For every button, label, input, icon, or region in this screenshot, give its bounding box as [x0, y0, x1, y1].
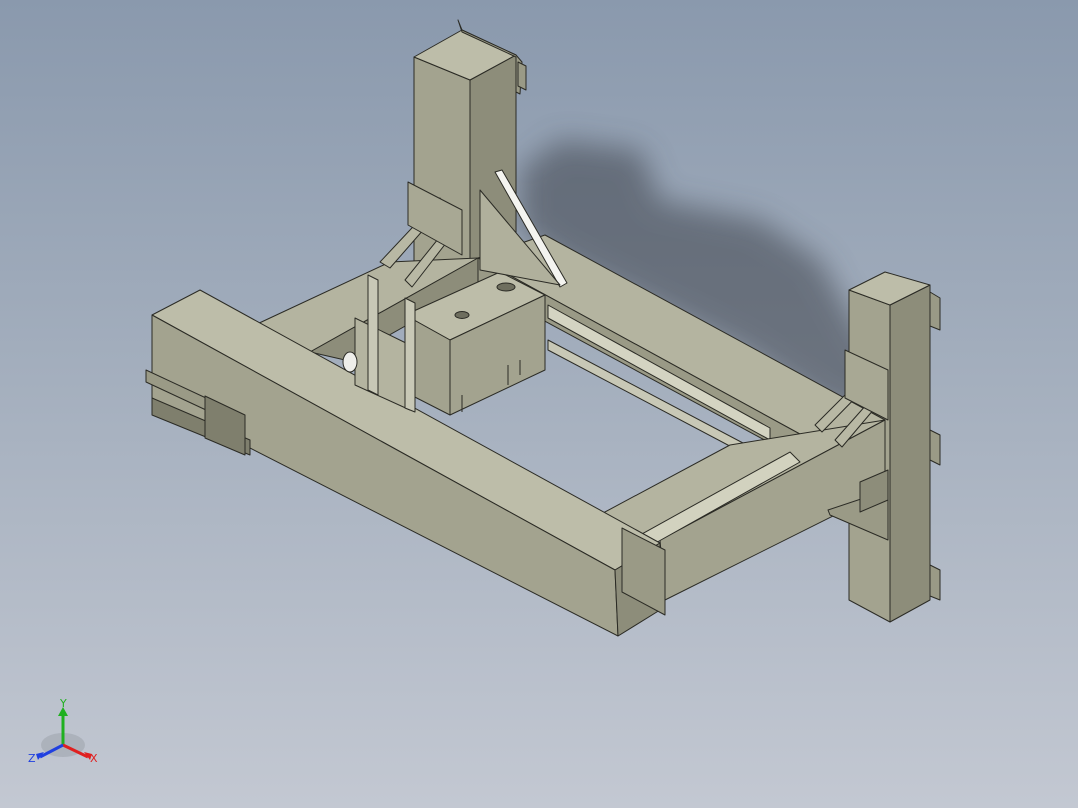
triad-y-label: Y	[59, 697, 67, 710]
drive-motor	[342, 351, 358, 373]
view-triad[interactable]: Y X Z	[28, 697, 98, 765]
triad-z-label: Z	[28, 752, 36, 765]
triad-x-label: X	[90, 752, 98, 765]
3d-viewport[interactable]: Y X Z	[0, 0, 1078, 808]
cad-model[interactable]: Y X Z	[0, 0, 1078, 808]
